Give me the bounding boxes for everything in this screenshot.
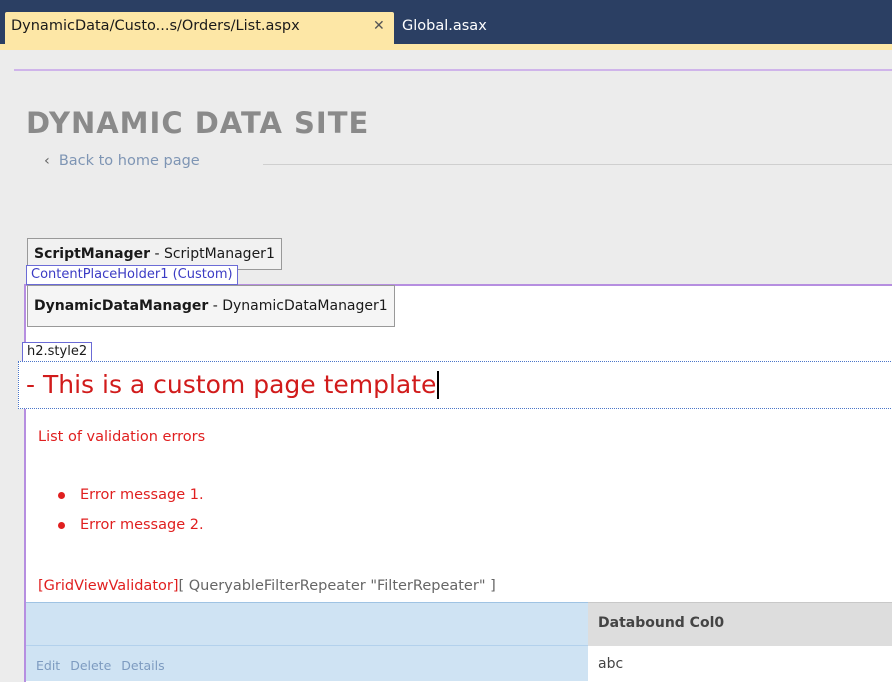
bullet-icon <box>58 492 65 499</box>
tab-label: Global.asax <box>402 18 487 34</box>
h2-element-tag[interactable]: h2.style2 <box>22 342 93 362</box>
back-to-home-link[interactable]: ‹ Back to home page <box>44 153 200 169</box>
heading-text: - This is a custom page template <box>26 370 437 399</box>
details-link[interactable]: Details <box>121 658 164 673</box>
site-title: DYNAMIC DATA SITE <box>26 106 370 140</box>
text-cursor <box>437 371 440 399</box>
filter-repeater[interactable]: [ QueryableFilterRepeater "FilterRepeate… <box>179 578 496 594</box>
control-id: DynamicDataManager1 <box>222 298 388 314</box>
control-separator: - <box>150 246 164 262</box>
close-icon[interactable]: ✕ <box>373 18 385 34</box>
grid-header-actions-cell <box>26 602 588 645</box>
chevron-left-icon: ‹ <box>44 153 50 169</box>
gridview-validator[interactable]: [GridViewValidator] <box>38 578 179 594</box>
grid-cell[interactable]: abc <box>588 645 892 681</box>
document-tab-bar: DynamicData/Custo...s/Orders/List.aspx ✕… <box>0 0 892 44</box>
control-type: DynamicDataManager <box>34 298 209 314</box>
cell-value: abc <box>598 656 624 672</box>
column-header: Databound Col0 <box>598 615 725 631</box>
tab-list-aspx[interactable]: DynamicData/Custo...s/Orders/List.aspx ✕ <box>5 12 394 44</box>
validation-summary-title: List of validation errors <box>38 429 206 445</box>
error-item: Error message 1. <box>58 487 204 503</box>
grid-row-actions: Edit Delete Details <box>26 645 588 681</box>
control-separator: - <box>208 298 223 314</box>
tab-label: DynamicData/Custo...s/Orders/List.aspx <box>11 18 300 34</box>
dynamic-data-manager-control[interactable]: DynamicDataManager - DynamicDataManager1 <box>27 285 395 327</box>
row-action-links: Edit Delete Details <box>36 658 171 673</box>
grid-header-cell[interactable]: Databound Col0 <box>588 602 892 645</box>
control-type: ScriptManager <box>34 246 151 262</box>
delete-link[interactable]: Delete <box>70 658 111 673</box>
content-placeholder-tag[interactable]: ContentPlaceHolder1 (Custom) <box>26 265 238 285</box>
divider <box>263 164 892 165</box>
masthead-border <box>14 69 892 71</box>
error-text: Error message 1. <box>80 487 204 503</box>
error-item: Error message 2. <box>58 517 204 533</box>
page-heading[interactable]: - This is a custom page template <box>26 370 440 399</box>
control-id: ScriptManager1 <box>163 246 275 262</box>
edit-link[interactable]: Edit <box>36 658 60 673</box>
error-text: Error message 2. <box>80 517 204 533</box>
gridview-controls-line: [GridViewValidator][ QueryableFilterRepe… <box>38 578 496 594</box>
back-link-label: Back to home page <box>58 153 200 169</box>
bullet-icon <box>58 522 65 529</box>
